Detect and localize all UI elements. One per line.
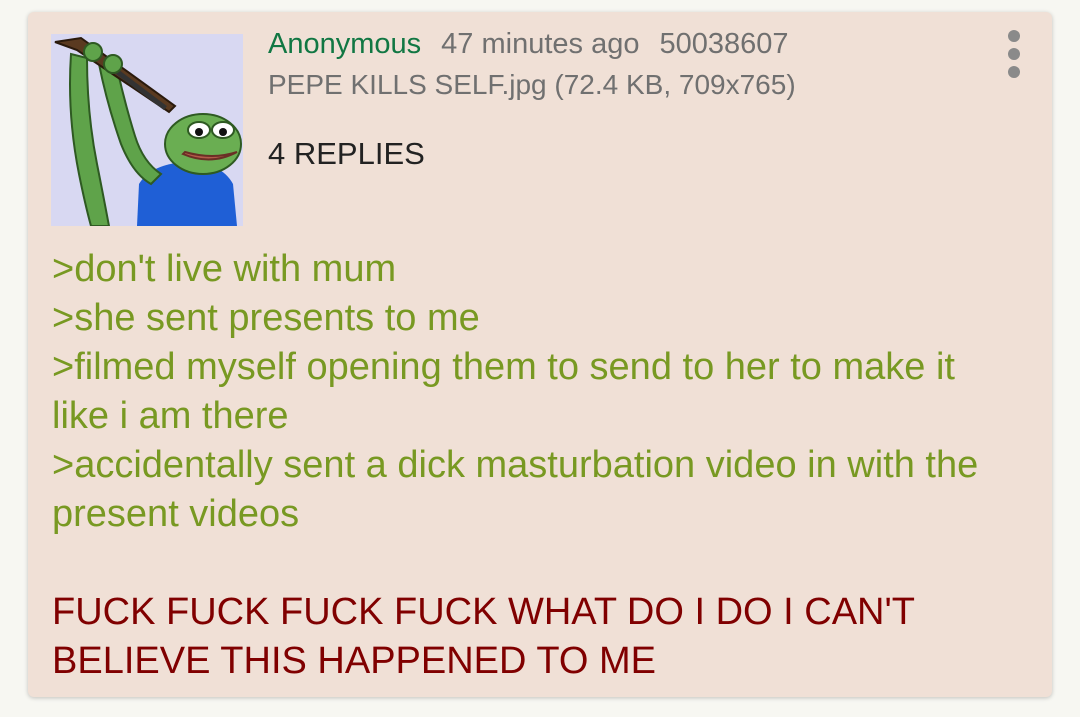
pepe-frog-with-rifle-image [51, 34, 243, 226]
poster-name: Anonymous [268, 28, 422, 60]
more-vertical-icon[interactable] [1000, 26, 1028, 82]
greentext-line: >accidentally sent a dick masturbation v… [52, 444, 979, 535]
replies-count[interactable]: 4 REPLIES [268, 136, 425, 172]
post-thumbnail-image[interactable] [51, 34, 243, 226]
post-time: 47 minutes ago [441, 28, 640, 60]
menu-dot [1008, 48, 1020, 60]
greentext-line: >she sent presents to me [52, 297, 480, 339]
file-info[interactable]: PEPE KILLS SELF.jpg (72.4 KB, 709x765) [268, 68, 796, 102]
post-number[interactable]: 50038607 [659, 28, 788, 60]
line-break [52, 539, 1012, 588]
red-text: FUCK FUCK FUCK FUCK WHAT DO I DO I CAN'T… [52, 591, 915, 682]
post-header: Anonymous 47 minutes ago 50038607 [268, 27, 789, 61]
greentext-line: >filmed myself opening them to send to h… [52, 346, 955, 437]
greentext-line: >don't live with mum [52, 248, 397, 290]
post-card: Anonymous 47 minutes ago 50038607 PEPE KIL… [28, 12, 1052, 697]
menu-dot [1008, 30, 1020, 42]
post-body: >don't live with mum >she sent presents … [52, 245, 1012, 686]
menu-dot [1008, 66, 1020, 78]
